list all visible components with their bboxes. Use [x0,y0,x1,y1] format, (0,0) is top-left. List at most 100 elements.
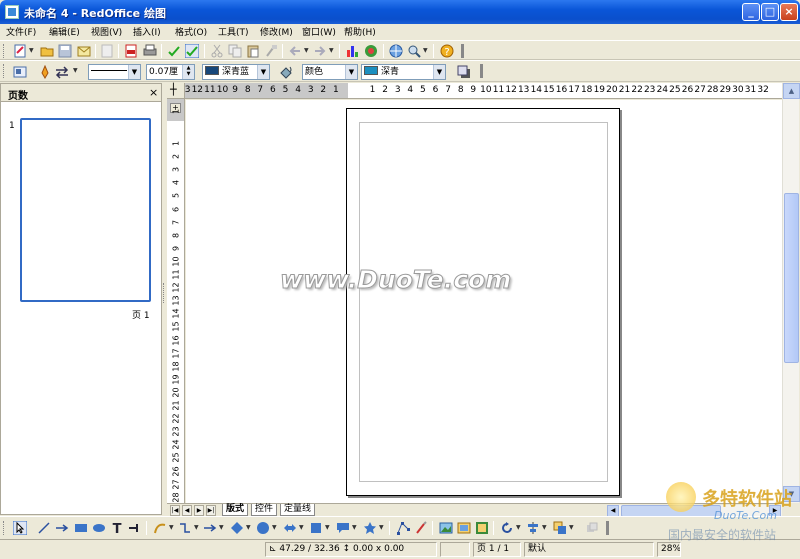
stars-icon[interactable] [363,521,377,535]
lines-arrows-icon[interactable] [203,521,217,535]
chevron-down-icon[interactable]: ▼ [329,47,334,54]
toolbar-grip[interactable] [3,521,6,535]
menu-tools[interactable]: 工具(T) [218,25,249,38]
open-folder-icon[interactable] [40,44,54,58]
symbol-shapes-icon[interactable] [256,521,270,535]
print-icon[interactable] [143,44,157,58]
cut-icon[interactable] [210,44,224,58]
chevron-down-icon[interactable]: ▼ [352,524,357,531]
line-width-input[interactable]: 0.07厘 ▲ ▼ [146,64,195,80]
prev-tab-button[interactable]: ◀ [182,505,192,516]
minimize-button[interactable]: _ [742,3,760,21]
scroll-thumb[interactable] [784,193,799,363]
from-file-icon[interactable] [439,521,453,535]
insert-frame-icon[interactable] [475,521,489,535]
page-thumbnail[interactable] [20,118,151,302]
area-style-select[interactable]: 颜色 ▼ [302,64,358,80]
ellipse-tool-icon[interactable] [92,521,106,535]
rectangle-tool-icon[interactable] [74,521,88,535]
zoom-icon[interactable] [407,44,421,58]
close-button[interactable]: × [780,3,798,21]
new-document-icon[interactable] [13,44,27,58]
toolbar-overflow[interactable] [606,521,609,535]
chevron-down-icon[interactable]: ▼ [379,524,384,531]
chevron-down-icon[interactable]: ▼ [542,524,547,531]
chevron-down-icon[interactable]: ▼ [299,524,304,531]
block-arrows-icon[interactable] [283,521,297,535]
toolbar-overflow[interactable] [461,44,464,58]
vertical-scrollbar[interactable]: ▲ ▼ [782,83,800,503]
last-tab-button[interactable]: ▶| [206,505,216,516]
menu-format[interactable]: 格式(O) [175,25,207,38]
ruler-corner[interactable]: ┼ [167,83,185,99]
globe-icon[interactable] [389,44,403,58]
chevron-down-icon[interactable]: ▼ [423,47,428,54]
callouts-icon[interactable] [336,521,350,535]
zoom-field[interactable]: 28% [657,542,681,557]
menu-view[interactable]: 视图(V) [91,25,122,38]
chevron-down-icon[interactable]: ▼ [304,47,309,54]
chevron-down-icon[interactable]: ▼ [219,524,224,531]
select-pointer-icon[interactable] [13,521,27,535]
styles-icon[interactable] [13,65,27,79]
drawing-page[interactable] [346,108,620,496]
format-paintbrush-icon[interactable] [264,44,278,58]
tab-controls[interactable]: 控件 [251,504,278,516]
tab-dimension-lines[interactable]: 定量线 [280,504,316,516]
close-icon[interactable]: × [149,86,158,99]
vertical-text-icon[interactable] [127,521,141,535]
alignment-icon[interactable] [526,521,540,535]
toolbar-overflow[interactable] [480,64,483,78]
chevron-down-icon[interactable]: ▼ [128,65,140,79]
chevron-down-icon[interactable]: ▼ [29,47,34,54]
toolbar-grip[interactable] [3,64,6,78]
flowchart-icon[interactable] [309,521,323,535]
toolbar-grip[interactable] [3,44,6,58]
area-color-select[interactable]: 深青 ▼ [361,64,446,80]
email-icon[interactable] [77,44,91,58]
horizontal-ruler[interactable]: 1312111098765432112345678910111213141516… [185,83,782,99]
menu-file[interactable]: 文件(F) [6,25,36,38]
spellcheck-icon[interactable] [167,44,181,58]
insert-chart-icon[interactable] [345,44,359,58]
vertical-ruler[interactable]: +1 1 2 3 4 5 6 7 8 9 10 11 12 13 14 15 16 17 18 19 20 21 22 23 2… [167,99,185,504]
chevron-down-icon[interactable]: ▼ [257,65,269,79]
chevron-down-icon[interactable]: ▼ [345,65,357,79]
connector-tool-icon[interactable] [178,521,192,535]
arrow-style-icon[interactable] [55,65,69,79]
line-style-icon[interactable] [38,65,52,79]
curve-tool-icon[interactable] [153,521,167,535]
edit-file-icon[interactable] [100,44,114,58]
scroll-down-button[interactable]: ▼ [783,486,800,502]
page-style-field[interactable]: 默认 [524,542,654,557]
chevron-down-icon[interactable]: ▼ [569,524,574,531]
chevron-down-icon[interactable]: ▼ [433,65,445,79]
basic-shapes-icon[interactable] [230,521,244,535]
menu-insert[interactable]: 插入(I) [133,25,161,38]
copy-icon[interactable] [228,44,242,58]
line-color-select[interactable]: 深青蓝 ▼ [202,64,270,80]
menu-edit[interactable]: 编辑(E) [49,25,80,38]
chevron-down-icon[interactable]: ▼ [516,524,521,531]
area-fill-icon[interactable] [279,65,293,79]
line-style-select[interactable]: ▼ [88,64,141,80]
chevron-down-icon[interactable]: ▼ [169,524,174,531]
text-tool-icon[interactable]: T [110,521,124,535]
spin-buttons[interactable]: ▲ ▼ [182,65,194,79]
fontwork-icon[interactable] [414,521,428,535]
navigator-icon[interactable] [364,44,378,58]
line-tool-icon[interactable] [37,521,51,535]
next-tab-button[interactable]: ▶ [194,505,204,516]
points-edit-icon[interactable] [396,521,410,535]
autospell-icon[interactable] [185,44,199,58]
paste-icon[interactable] [246,44,260,58]
rotate-icon[interactable] [500,521,514,535]
app-icon[interactable] [5,5,19,19]
drawing-canvas[interactable]: www.DuoTe.com [186,100,782,503]
arrange-icon[interactable] [553,521,567,535]
undo-icon[interactable] [288,44,302,58]
chevron-down-icon[interactable]: ▼ [194,524,199,531]
maximize-button[interactable]: □ [761,3,779,21]
gallery-icon[interactable] [457,521,471,535]
help-icon[interactable]: ? [440,44,454,58]
